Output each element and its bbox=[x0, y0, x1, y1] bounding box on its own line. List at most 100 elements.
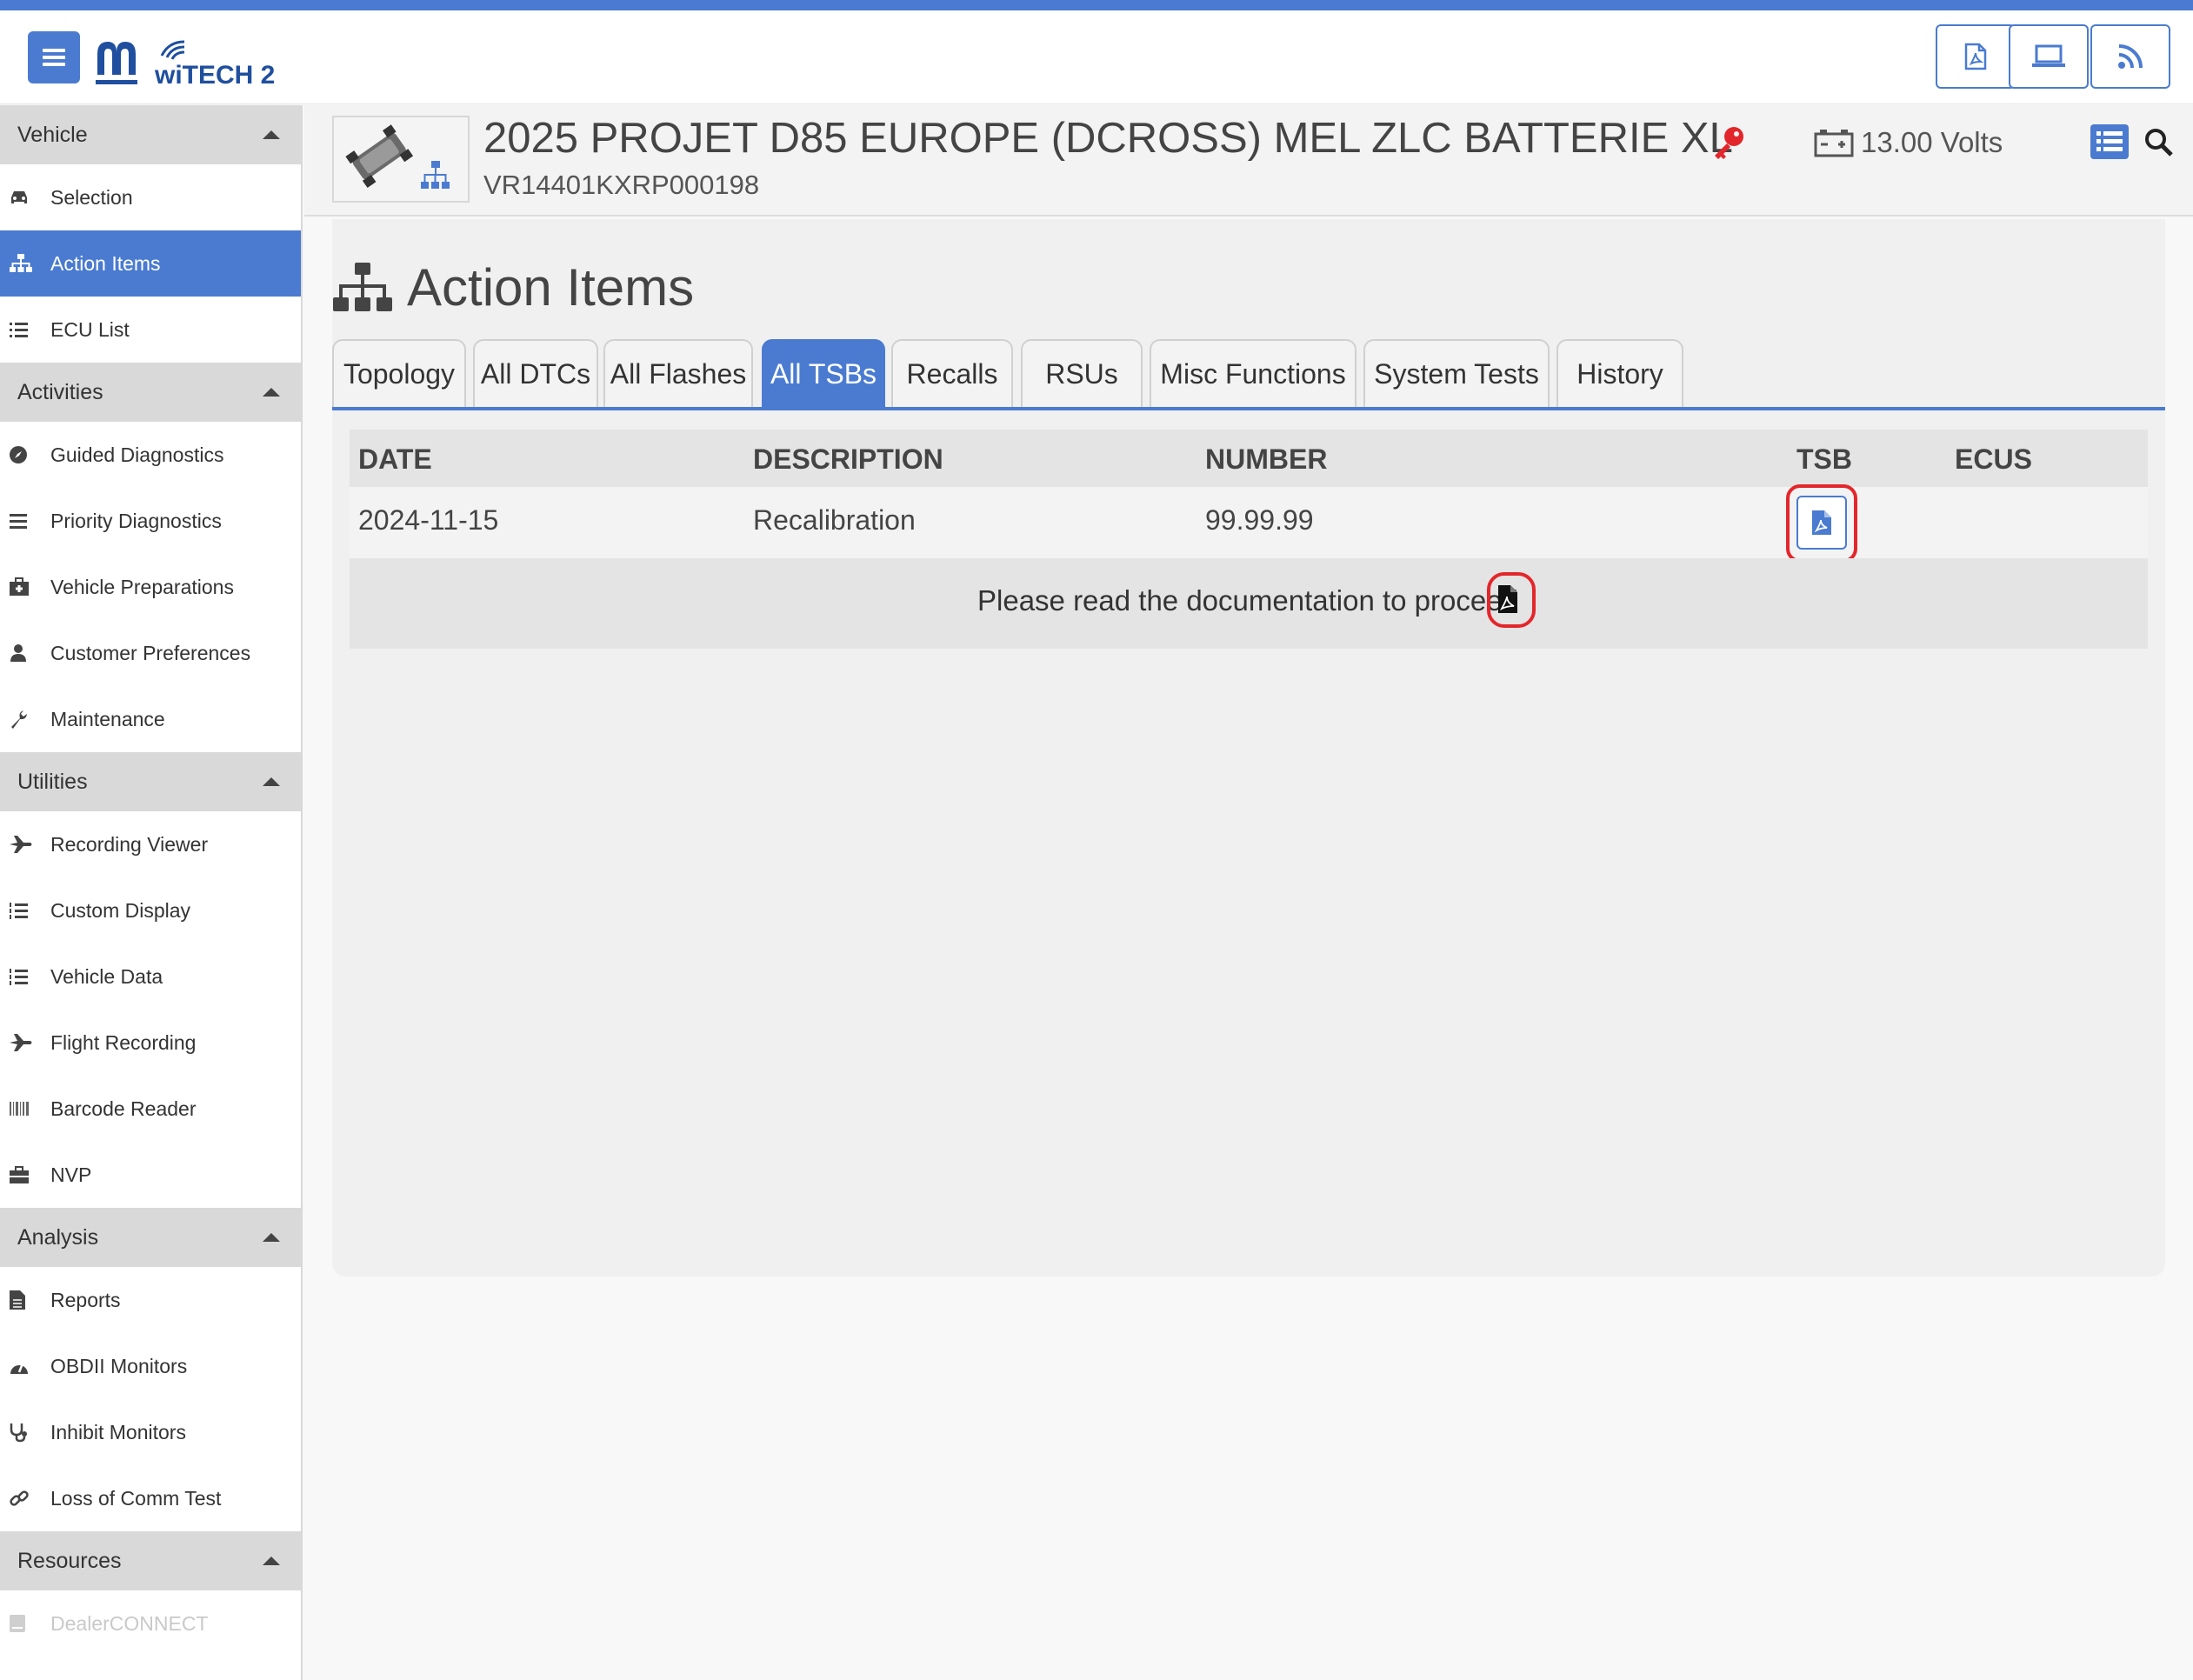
tab-all-dtcs[interactable]: All DTCs bbox=[473, 339, 598, 407]
tab-misc-functions[interactable]: Misc Functions bbox=[1150, 339, 1356, 407]
laptop-icon bbox=[2032, 44, 2065, 67]
laptop-button[interactable] bbox=[2009, 24, 2089, 89]
list-ol-icon bbox=[9, 965, 40, 988]
sidebar-item-guided-diagnostics[interactable]: Guided Diagnostics bbox=[0, 422, 301, 488]
column-header-description: DESCRIPTION bbox=[753, 443, 943, 475]
tab-rsus[interactable]: RSUs bbox=[1021, 339, 1143, 407]
sidebar-item-inhibit-monitors[interactable]: Inhibit Monitors bbox=[0, 1399, 301, 1465]
sidebar-item-custom-display[interactable]: Custom Display bbox=[0, 877, 301, 943]
sidebar-item-label: Action Items bbox=[50, 251, 161, 275]
page-title: Action Items bbox=[332, 257, 694, 317]
mopar-logo bbox=[96, 42, 137, 84]
page-title-text: Action Items bbox=[407, 258, 695, 317]
tab-history[interactable]: History bbox=[1556, 339, 1683, 407]
caret-up-icon bbox=[263, 130, 280, 139]
sidebar-item-label: Customer Preferences bbox=[50, 641, 251, 664]
section-header-activities[interactable]: Activities bbox=[0, 363, 301, 422]
tab-recalls[interactable]: Recalls bbox=[891, 339, 1013, 407]
sidebar-item-label: Guided Diagnostics bbox=[50, 443, 224, 466]
stethoscope-icon bbox=[9, 1421, 40, 1443]
section-header-analysis[interactable]: Analysis bbox=[0, 1208, 301, 1267]
gauge-icon bbox=[9, 1355, 40, 1377]
section-header-utilities[interactable]: Utilities bbox=[0, 752, 301, 811]
car-icon bbox=[9, 186, 40, 209]
list-view-icon[interactable] bbox=[2090, 124, 2129, 159]
sidebar-item-priority-diagnostics[interactable]: Priority Diagnostics bbox=[0, 488, 301, 554]
voltage-value: 13.00 Volts bbox=[1861, 126, 2003, 158]
link-icon bbox=[9, 1487, 40, 1510]
hamburger-icon bbox=[43, 49, 65, 66]
sidebar-item-label: OBDII Monitors bbox=[50, 1354, 188, 1377]
tab-bar: Topology All DTCs All Flashes All TSBs R… bbox=[332, 339, 2165, 410]
vehicle-title: 2025 PROJET D85 EUROPE (DCROSS) MEL ZLC … bbox=[483, 115, 1733, 162]
plane-icon bbox=[9, 1031, 40, 1054]
sidebar-item-label: Vehicle Data bbox=[50, 964, 163, 988]
sidebar-item-reports[interactable]: Reports bbox=[0, 1267, 301, 1333]
table-row: 2024-11-15 Recalibration 99.99.99 bbox=[350, 487, 2148, 558]
battery-icon bbox=[1814, 130, 1854, 157]
sidebar-item-selection[interactable]: Selection bbox=[0, 164, 301, 230]
section-title: Analysis bbox=[17, 1224, 99, 1250]
sidebar-item-label: Inhibit Monitors bbox=[50, 1420, 186, 1443]
sidebar-item-label: ECU List bbox=[50, 317, 130, 341]
sidebar-item-label: Vehicle Preparations bbox=[50, 575, 234, 598]
pdf-icon[interactable] bbox=[1497, 584, 1518, 614]
compass-icon bbox=[9, 443, 40, 466]
sidebar-item-action-items[interactable]: Action Items bbox=[0, 230, 301, 297]
menu-button[interactable] bbox=[28, 31, 80, 83]
column-header-ecus: ECUS bbox=[1955, 443, 2032, 475]
pdf-icon bbox=[1812, 510, 1831, 535]
list-ol-icon bbox=[9, 899, 40, 922]
pdf-button[interactable] bbox=[1936, 24, 2016, 89]
rss-icon bbox=[2118, 44, 2143, 69]
sidebar-item-dealerconnect[interactable]: DealerCONNECT bbox=[0, 1590, 301, 1657]
cell-number: 99.99.99 bbox=[1205, 504, 1314, 536]
tab-all-tsbs[interactable]: All TSBs bbox=[762, 339, 885, 407]
sidebar-item-label: Custom Display bbox=[50, 898, 191, 922]
sidebar-item-vehicle-preparations[interactable]: Vehicle Preparations bbox=[0, 554, 301, 620]
sidebar-item-recording-viewer[interactable]: Recording Viewer bbox=[0, 811, 301, 877]
vehicle-vin: VR14401KXRP000198 bbox=[483, 170, 760, 200]
wrench-icon bbox=[9, 708, 40, 730]
top-bar: wiTECH 2 bbox=[0, 10, 2193, 104]
section-title: Utilities bbox=[17, 769, 88, 794]
tab-all-flashes[interactable]: All Flashes bbox=[603, 339, 753, 407]
rss-button[interactable] bbox=[2090, 24, 2170, 89]
sidebar-item-customer-preferences[interactable]: Customer Preferences bbox=[0, 620, 301, 686]
table-header: DATE DESCRIPTION NUMBER TSB ECUS bbox=[350, 430, 2148, 487]
pdf-icon bbox=[1964, 43, 1987, 70]
tab-topology[interactable]: Topology bbox=[332, 339, 466, 407]
sidebar-item-label: NVP bbox=[50, 1163, 92, 1186]
search-icon[interactable] bbox=[2144, 128, 2174, 157]
sitemap-icon bbox=[9, 252, 40, 275]
sidebar-item-label: Barcode Reader bbox=[50, 1097, 197, 1120]
sidebar-item-label: Flight Recording bbox=[50, 1030, 197, 1054]
sidebar-item-ecu-list[interactable]: ECU List bbox=[0, 297, 301, 363]
sidebar-item-label: Priority Diagnostics bbox=[50, 509, 222, 532]
section-header-resources[interactable]: Resources bbox=[0, 1531, 301, 1590]
sidebar-item-vehicle-data[interactable]: Vehicle Data bbox=[0, 943, 301, 1010]
cell-date: 2024-11-15 bbox=[358, 504, 499, 536]
sidebar-item-maintenance[interactable]: Maintenance bbox=[0, 686, 301, 752]
sidebar-item-nvp[interactable]: NVP bbox=[0, 1142, 301, 1208]
plane-icon bbox=[9, 833, 40, 856]
sidebar-item-loss-of-comm-test[interactable]: Loss of Comm Test bbox=[0, 1465, 301, 1531]
column-header-number: NUMBER bbox=[1205, 443, 1328, 475]
sidebar-item-obdii-monitors[interactable]: OBDII Monitors bbox=[0, 1333, 301, 1399]
vehicle-topology-image bbox=[334, 117, 468, 201]
sidebar-item-flight-recording[interactable]: Flight Recording bbox=[0, 1010, 301, 1076]
list-icon bbox=[9, 318, 40, 341]
vehicle-thumbnail[interactable] bbox=[332, 116, 470, 203]
barcode-icon bbox=[9, 1097, 40, 1120]
sidebar-item-barcode-reader[interactable]: Barcode Reader bbox=[0, 1076, 301, 1142]
sidebar-item-label: Maintenance bbox=[50, 707, 165, 730]
tab-system-tests[interactable]: System Tests bbox=[1363, 339, 1550, 407]
tsb-document-button[interactable] bbox=[1796, 496, 1847, 550]
medkit-icon bbox=[9, 576, 40, 598]
key-icon[interactable] bbox=[1710, 124, 1748, 163]
section-header-vehicle[interactable]: Vehicle bbox=[0, 105, 301, 164]
top-accent-bar bbox=[0, 0, 2193, 10]
witech-logo-text: wiTECH 2 bbox=[155, 61, 276, 90]
sidebar-item-label: Reports bbox=[50, 1288, 121, 1311]
caret-up-icon bbox=[263, 388, 280, 397]
